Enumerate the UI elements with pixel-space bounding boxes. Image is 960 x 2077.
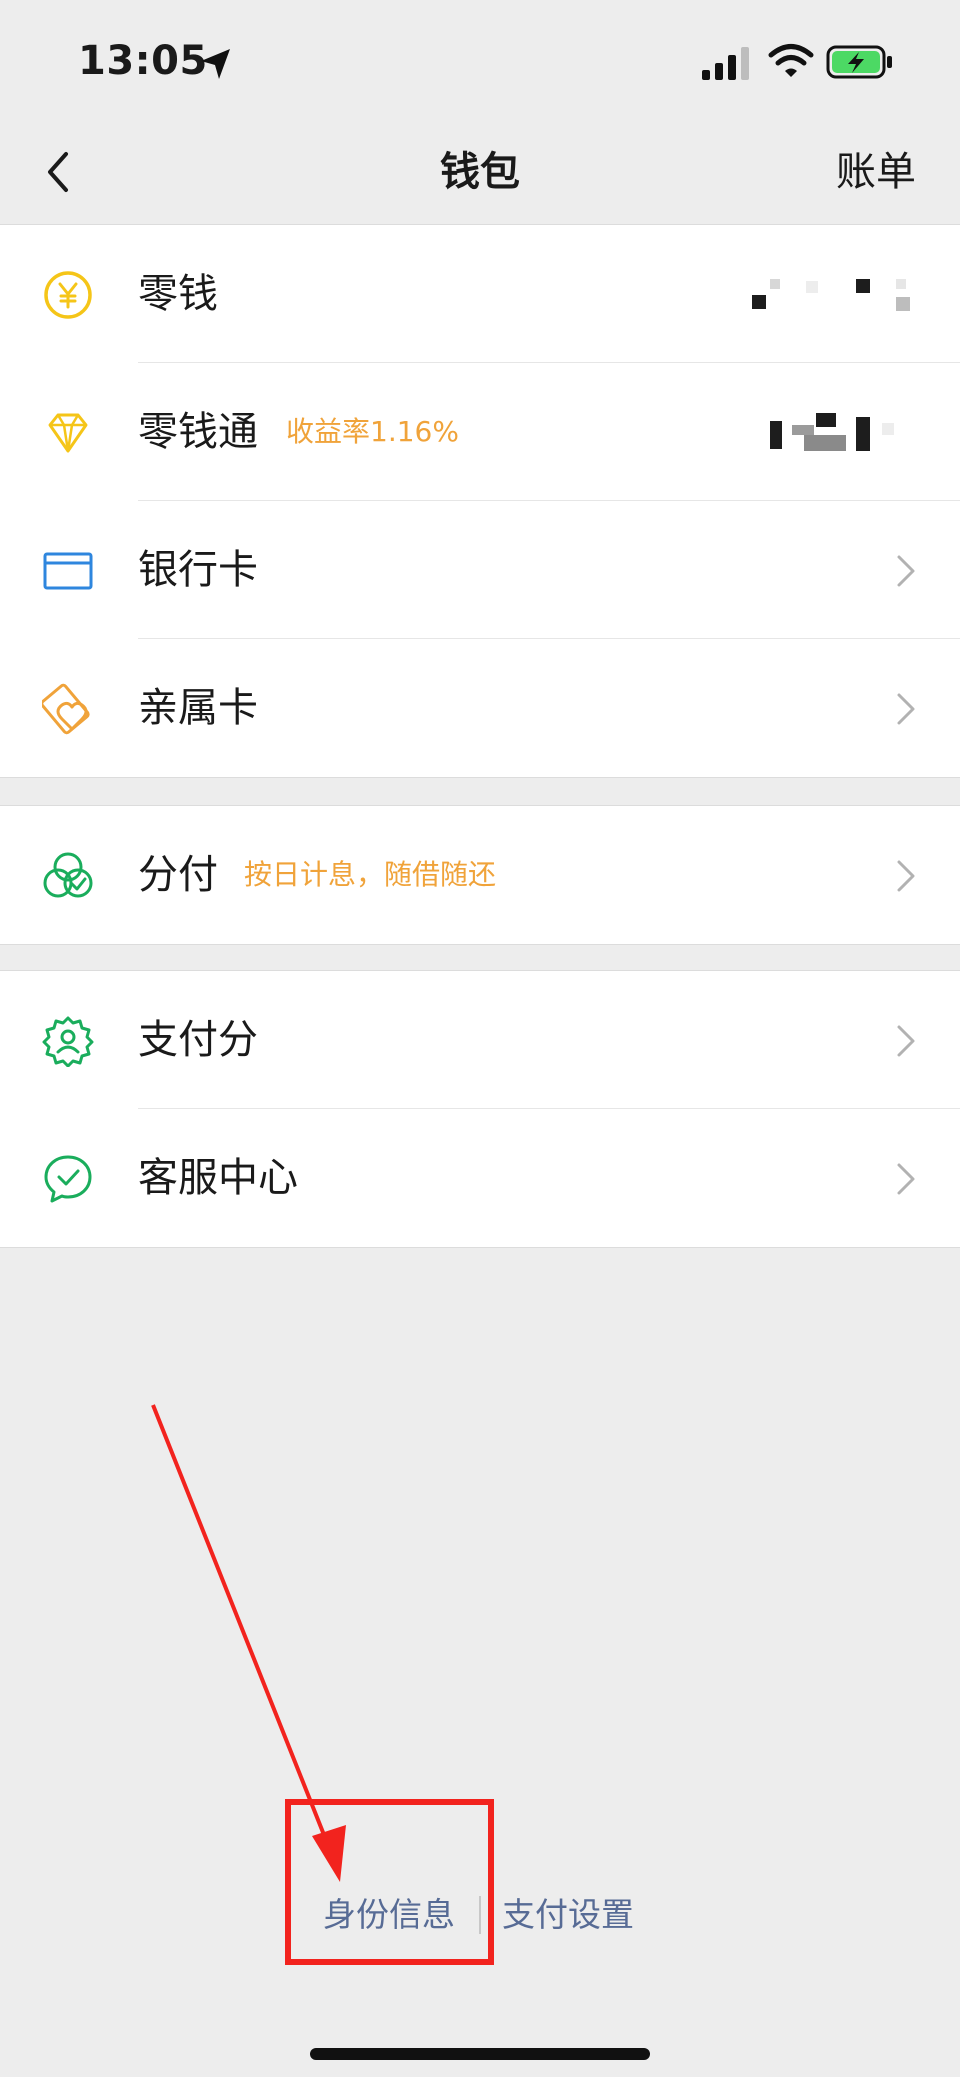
signal-icon: [702, 47, 749, 80]
bank-card-row[interactable]: 银行卡: [0, 501, 960, 639]
family-card-label: 亲属卡: [138, 685, 258, 731]
fenfu-tag: 按日计息，随借随还: [244, 858, 497, 891]
wallet-group-credit: 分付 按日计息，随借随还: [0, 805, 960, 945]
chevron-right-icon: [897, 860, 915, 892]
pay-score-badge-icon: [42, 1016, 94, 1067]
annotation-highlight-box: [285, 1799, 494, 1965]
bill-button[interactable]: 账单: [836, 142, 916, 202]
customer-service-icon: [44, 1155, 92, 1203]
battery-charging-icon: [826, 45, 892, 79]
nav-bar: 钱包 账单: [0, 120, 960, 224]
pay-score-row[interactable]: 支付分: [0, 971, 960, 1109]
diamond-icon: [48, 413, 88, 453]
status-time: 13:05: [78, 38, 208, 84]
wallet-group-services: 支付分 客服中心: [0, 970, 960, 1248]
balance-label: 零钱: [138, 271, 218, 317]
yield-rate-tag: 收益率1.16%: [286, 415, 459, 448]
status-bar: 13:05: [0, 0, 960, 120]
chevron-right-icon: [897, 555, 915, 587]
location-arrow-icon: [201, 49, 230, 79]
family-card-row[interactable]: 亲属卡: [0, 639, 960, 777]
customer-service-label: 客服中心: [138, 1155, 298, 1201]
yuan-coin-icon: [44, 271, 92, 319]
chevron-right-icon: [897, 1025, 915, 1057]
chevron-right-icon: [897, 1163, 915, 1195]
lingqiantong-label: 零钱通: [138, 409, 258, 455]
page-title: 钱包: [440, 149, 520, 195]
fenfu-icon: [43, 852, 93, 898]
chevron-right-icon: [897, 693, 915, 725]
wifi-icon: [768, 44, 814, 77]
payment-settings-link[interactable]: 支付设置: [502, 1890, 634, 1940]
balance-row[interactable]: 零钱: [0, 225, 960, 363]
fenfu-label: 分付: [138, 852, 218, 898]
customer-service-row[interactable]: 客服中心: [0, 1109, 960, 1247]
bank-card-label: 银行卡: [138, 547, 258, 593]
lingqiantong-row[interactable]: 零钱通 收益率1.16%: [0, 363, 960, 501]
bank-card-icon: [43, 552, 93, 590]
fenfu-row[interactable]: 分付 按日计息，随借随还: [0, 806, 960, 944]
family-card-icon: [42, 683, 90, 735]
balance-amount-masked: [746, 273, 916, 315]
wallet-group-main: 零钱 零钱通 收益率1.16% 银行卡 亲属卡: [0, 224, 960, 778]
pay-score-label: 支付分: [138, 1017, 258, 1063]
home-indicator: [310, 2048, 650, 2060]
lingqiantong-amount-masked: [746, 411, 916, 453]
